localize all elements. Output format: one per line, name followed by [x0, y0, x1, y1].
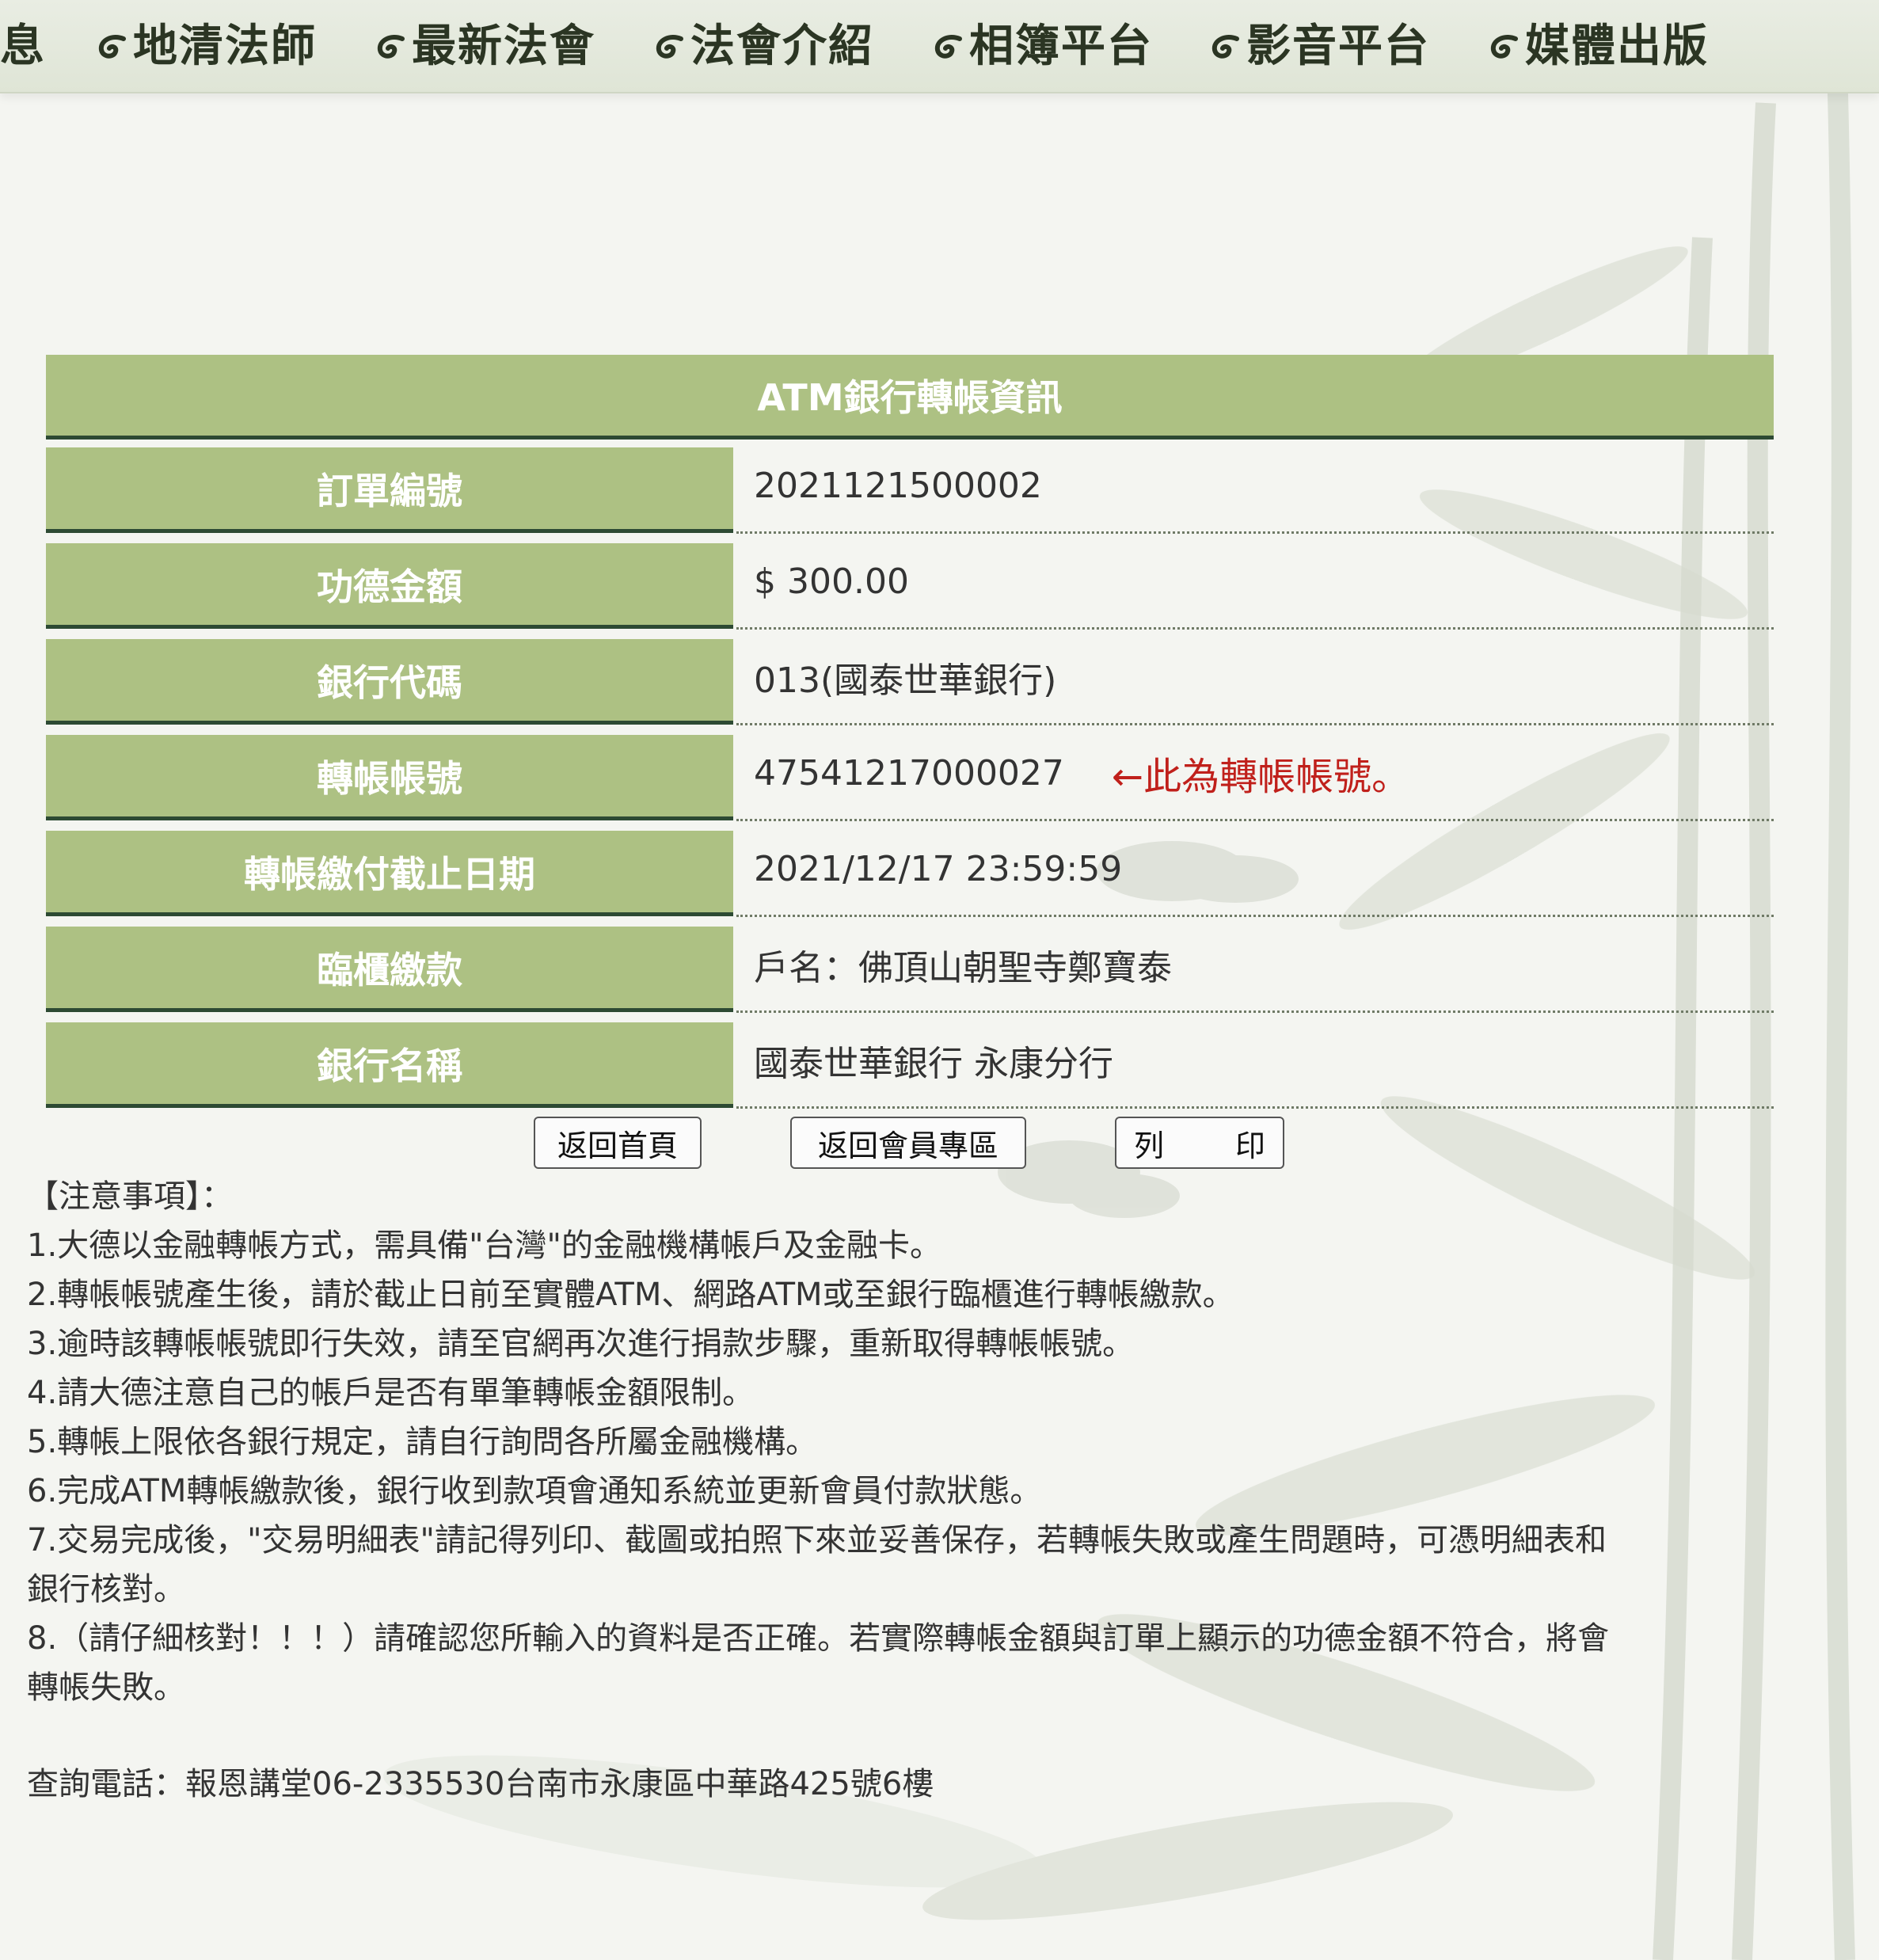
- table-row-amount: 功德金額 $ 300.00: [46, 535, 1774, 631]
- nav-item-label: 相簿平台: [969, 20, 1153, 72]
- nav-item-publishing[interactable]: 媒體出版: [1485, 14, 1709, 78]
- contact-info: 查詢電話：報恩講堂06-2335530台南市永康區中華路425號6樓: [27, 1766, 934, 1802]
- row-value: $ 300.00: [736, 535, 1774, 630]
- table-row-bank-name: 銀行名稱 國泰世華銀行 永康分行: [46, 1014, 1774, 1110]
- row-label: 銀行代碼: [46, 639, 733, 725]
- row-label: 功德金額: [46, 543, 733, 629]
- swirl-icon: [98, 34, 126, 59]
- return-member-area-button[interactable]: 返回會員專區: [790, 1117, 1026, 1169]
- swirl-icon: [934, 34, 962, 59]
- table-row-order-number: 訂單編號 2021121500002: [46, 440, 1774, 535]
- notes-line: 3.逾時該轉帳帳號即行失效，請至官網再次進行捐款步驟，重新取得轉帳帳號。: [27, 1326, 1135, 1362]
- return-home-button[interactable]: 返回首頁: [534, 1117, 702, 1169]
- nav-item-latest-ceremony[interactable]: 最新法會: [372, 14, 595, 78]
- swirl-icon: [377, 34, 405, 59]
- notes-line: 7.交易完成後，"交易明細表"請記得列印、截圖或拍照下來並妥善保存，若轉帳失敗或…: [27, 1522, 1607, 1558]
- atm-info-table: ATM銀行轉帳資訊 訂單編號 2021121500002 功德金額 $ 300.…: [46, 355, 1774, 1110]
- table-title: ATM銀行轉帳資訊: [46, 355, 1774, 440]
- account-number-note: ←此為轉帳帳號。: [1111, 755, 1410, 799]
- table-row-counter-payment: 臨櫃繳款 戶名：佛頂山朝聖寺鄭寶泰: [46, 919, 1774, 1014]
- row-value: 47541217000027: [754, 752, 1064, 794]
- row-value: 2021/12/17 23:59:59: [736, 823, 1774, 917]
- nav-item-label: 地清法師: [133, 20, 317, 72]
- swirl-icon: [1211, 34, 1239, 59]
- table-row-deadline: 轉帳繳付截止日期 2021/12/17 23:59:59: [46, 823, 1774, 919]
- row-value-container: 47541217000027 ←此為轉帳帳號。: [736, 727, 1774, 821]
- notes-line: 銀行核對。: [27, 1571, 185, 1608]
- nav-item-news[interactable]: 息: [0, 14, 46, 78]
- row-label: 銀行名稱: [46, 1022, 733, 1108]
- notes-section: 【注意事項】： 1.大德以金融轉帳方式，需具備"台灣"的金融機構帳戶及金融卡。 …: [27, 1172, 1769, 1712]
- nav-item-ceremony-intro[interactable]: 法會介紹: [651, 14, 874, 78]
- notes-line: 轉帳失敗。: [27, 1669, 185, 1706]
- nav-item-video[interactable]: 影音平台: [1207, 14, 1430, 78]
- row-label: 臨櫃繳款: [46, 927, 733, 1012]
- nav-item-label: 影音平台: [1246, 20, 1430, 72]
- row-value: 2021121500002: [736, 440, 1774, 534]
- print-button-label-2: 印: [1234, 1128, 1265, 1163]
- print-button[interactable]: 列 印: [1115, 1117, 1284, 1169]
- nav-item-label: 最新法會: [412, 20, 595, 72]
- nav-item-label: 息: [0, 20, 46, 72]
- notes-line: 2.轉帳帳號產生後，請於截止日前至實體ATM、網路ATM或至銀行臨櫃進行轉帳繳款…: [27, 1277, 1234, 1313]
- nav-item-album[interactable]: 相簿平台: [930, 14, 1153, 78]
- top-navigation: 息 地清法師 最新法會 法會介紹 相簿平台 影音平台 媒體出版: [0, 0, 1879, 93]
- notes-line: 8.（請仔細核對！！！）請確認您所輸入的資料是否正確。若實際轉帳金額與訂單上顯示…: [27, 1620, 1610, 1657]
- nav-item-master[interactable]: 地清法師: [93, 14, 317, 78]
- notes-line: 4.請大德注意自己的帳戶是否有單筆轉帳金額限制。: [27, 1375, 755, 1411]
- row-label: 轉帳繳付截止日期: [46, 831, 733, 916]
- notes-line: 6.完成ATM轉帳繳款後，銀行收到款項會通知系統並更新會員付款狀態。: [27, 1473, 1042, 1509]
- notes-line: 1.大德以金融轉帳方式，需具備"台灣"的金融機構帳戶及金融卡。: [27, 1227, 941, 1264]
- nav-item-label: 媒體出版: [1525, 20, 1709, 72]
- row-value: 國泰世華銀行 永康分行: [736, 1014, 1774, 1109]
- nav-item-label: 法會介紹: [690, 20, 874, 72]
- notes-line: 5.轉帳上限依各銀行規定，請自行詢問各所屬金融機構。: [27, 1424, 818, 1460]
- swirl-icon: [656, 34, 683, 59]
- row-label: 訂單編號: [46, 447, 733, 533]
- table-row-bank-code: 銀行代碼 013(國泰世華銀行): [46, 631, 1774, 727]
- table-row-account-number: 轉帳帳號 47541217000027 ←此為轉帳帳號。: [46, 727, 1774, 823]
- print-button-label-1: 列: [1134, 1128, 1165, 1163]
- row-value: 戶名：佛頂山朝聖寺鄭寶泰: [736, 919, 1774, 1013]
- notes-heading: 【注意事項】：: [27, 1178, 233, 1215]
- row-label: 轉帳帳號: [46, 735, 733, 820]
- row-value: 013(國泰世華銀行): [736, 631, 1774, 725]
- swirl-icon: [1490, 34, 1518, 59]
